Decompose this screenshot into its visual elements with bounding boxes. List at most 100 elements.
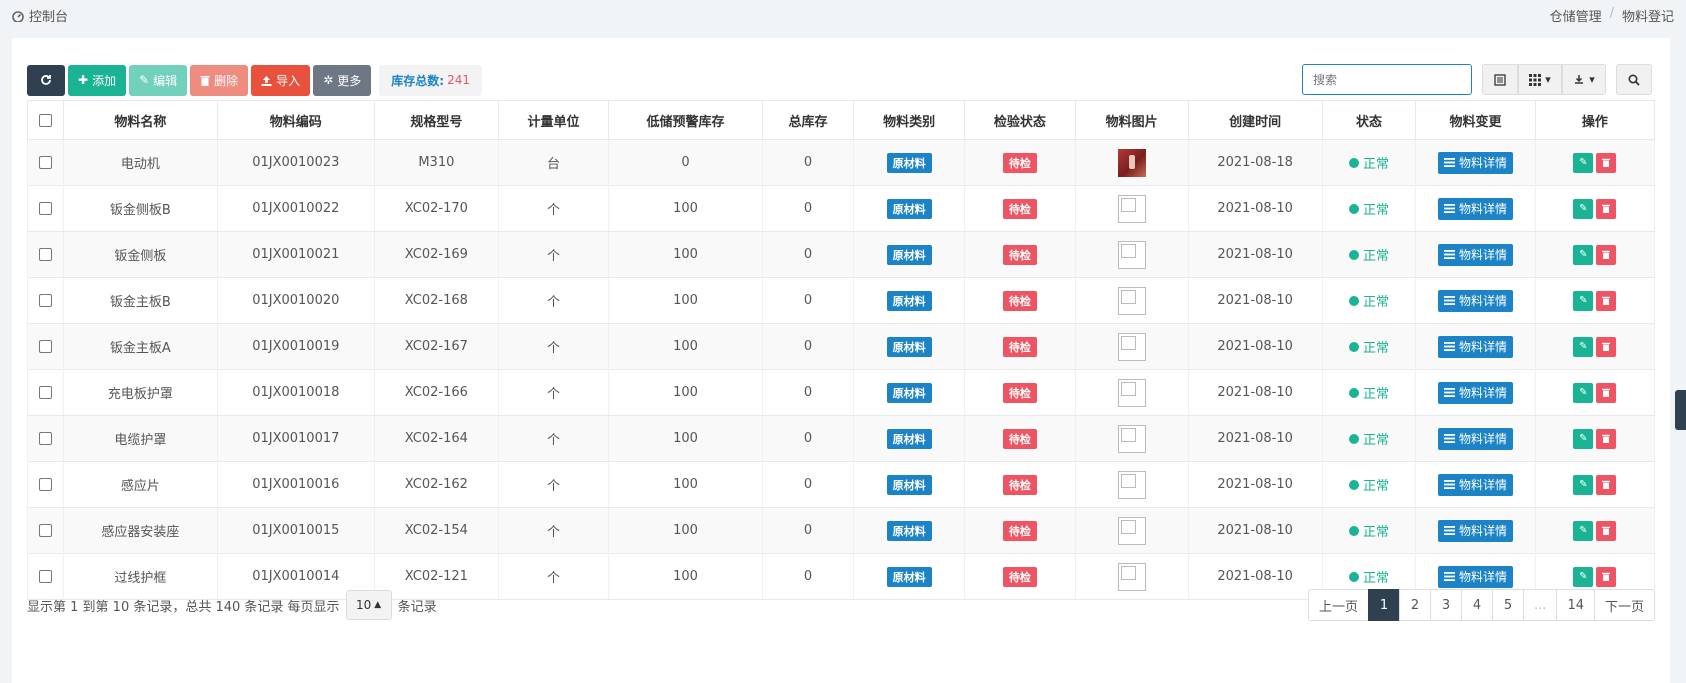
table-row[interactable]: 感应器安装座 01JX0010015 XC02-154 个 100 0 原材料 待检 2021-… [26, 507, 1656, 554]
row-edit-button[interactable]: ✎ [1573, 244, 1594, 265]
column-header[interactable]: 物料类别 [853, 100, 965, 140]
breadcrumb-parent[interactable]: 仓储管理 [1550, 6, 1602, 25]
broken-image-icon[interactable] [1117, 562, 1146, 591]
row-checkbox[interactable] [39, 340, 53, 353]
page-button[interactable]: 1 [1368, 589, 1401, 621]
column-header[interactable]: 状态 [1321, 100, 1417, 140]
page-button[interactable]: 3 [1430, 589, 1463, 621]
column-header[interactable]: 操作 [1534, 100, 1656, 140]
material-spec: XC02-162 [374, 461, 499, 508]
column-header[interactable]: 物料变更 [1415, 100, 1536, 140]
delete-button[interactable]: 删除 [190, 64, 249, 96]
upload-icon [261, 75, 272, 86]
row-checkbox[interactable] [39, 432, 53, 445]
row-edit-button[interactable]: ✎ [1573, 290, 1594, 311]
toggle-view-button[interactable] [1482, 64, 1518, 95]
broken-image-icon[interactable] [1117, 470, 1146, 499]
material-detail-button[interactable]: 物料详情 [1438, 427, 1514, 450]
next-page-button[interactable]: 下一页 [1593, 589, 1655, 621]
material-detail-button[interactable]: 物料详情 [1438, 197, 1514, 220]
row-delete-button[interactable] [1596, 520, 1617, 541]
material-detail-button[interactable]: 物料详情 [1438, 151, 1514, 174]
broken-image-icon[interactable] [1117, 194, 1146, 223]
table-row[interactable]: 感应片 01JX0010016 XC02-162 个 100 0 原材料 待检 2021-08-… [26, 461, 1656, 508]
material-detail-button[interactable]: 物料详情 [1438, 473, 1514, 496]
material-detail-label: 物料详情 [1459, 432, 1508, 446]
export-button[interactable]: ▾ [1562, 64, 1606, 95]
material-detail-button[interactable]: 物料详情 [1438, 289, 1514, 312]
row-checkbox[interactable] [39, 156, 53, 169]
row-checkbox[interactable] [39, 524, 53, 537]
search-input[interactable] [1302, 64, 1472, 95]
row-delete-button[interactable] [1596, 244, 1617, 265]
import-button[interactable]: 导入 [251, 64, 311, 96]
column-header[interactable]: 物料编码 [216, 100, 376, 140]
broken-image-icon[interactable] [1117, 240, 1146, 269]
column-header[interactable]: 检验状态 [963, 100, 1076, 140]
row-delete-button[interactable] [1596, 290, 1617, 311]
select-all-checkbox[interactable] [39, 113, 53, 127]
row-edit-button[interactable]: ✎ [1573, 474, 1594, 495]
more-button[interactable]: ✲ 更多 [313, 64, 372, 96]
row-checkbox[interactable] [39, 202, 53, 215]
row-checkbox[interactable] [39, 294, 53, 307]
material-detail-button[interactable]: 物料详情 [1438, 243, 1514, 266]
row-delete-button[interactable] [1596, 382, 1617, 403]
row-delete-button[interactable] [1596, 152, 1617, 173]
dashboard-breadcrumb[interactable]: 控制台 [12, 6, 68, 25]
column-header[interactable]: 规格型号 [374, 100, 499, 140]
material-detail-button[interactable]: 物料详情 [1438, 519, 1514, 542]
row-edit-button[interactable]: ✎ [1573, 198, 1594, 219]
row-delete-button[interactable] [1596, 566, 1617, 587]
table-row[interactable]: 电动机 01JX0010023 M310 台 0 0 原材料 待检 2021-08-18 正常 物料… [26, 139, 1656, 186]
row-delete-button[interactable] [1596, 198, 1617, 219]
row-checkbox[interactable] [39, 478, 53, 491]
side-drawer-handle[interactable] [1675, 390, 1686, 430]
broken-image-icon[interactable] [1117, 286, 1146, 315]
column-header[interactable]: 物料名称 [63, 100, 218, 140]
material-detail-button[interactable]: 物料详情 [1438, 565, 1514, 588]
row-edit-button[interactable]: ✎ [1573, 566, 1594, 587]
row-edit-button[interactable]: ✎ [1573, 152, 1594, 173]
row-delete-button[interactable] [1596, 428, 1617, 449]
table-row[interactable]: 钣金主板B 01JX0010020 XC02-168 个 100 0 原材料 待检 2021-0… [26, 277, 1656, 324]
row-edit-button[interactable]: ✎ [1573, 428, 1594, 449]
search-button[interactable] [1616, 64, 1652, 95]
page-button[interactable]: 4 [1461, 589, 1494, 621]
column-header[interactable]: 计量单位 [497, 100, 610, 140]
row-checkbox[interactable] [39, 570, 53, 583]
row-edit-button[interactable]: ✎ [1573, 382, 1594, 403]
row-checkbox[interactable] [39, 386, 53, 399]
row-delete-button[interactable] [1596, 336, 1617, 357]
row-delete-button[interactable] [1596, 474, 1617, 495]
column-header[interactable]: 总库存 [761, 100, 855, 140]
table-row[interactable]: 钣金主板A 01JX0010019 XC02-167 个 100 0 原材料 待检 2021-0… [26, 323, 1656, 370]
broken-image-icon[interactable] [1117, 516, 1146, 545]
material-detail-button[interactable]: 物料详情 [1438, 381, 1514, 404]
refresh-button[interactable] [27, 64, 65, 96]
add-button[interactable]: ✚ 添加 [68, 64, 127, 96]
created-date: 2021-08-10 [1187, 185, 1323, 232]
column-header[interactable]: 物料图片 [1074, 100, 1189, 140]
broken-image-icon[interactable] [1117, 424, 1146, 453]
material-image-thumbnail[interactable] [1117, 148, 1146, 177]
table-row[interactable]: 钣金侧板B 01JX0010022 XC02-170 个 100 0 原材料 待检 2021-0… [26, 185, 1656, 232]
row-edit-button[interactable]: ✎ [1573, 336, 1594, 357]
page-button[interactable]: 2 [1399, 589, 1432, 621]
row-edit-button[interactable]: ✎ [1573, 520, 1594, 541]
edit-button[interactable]: ✎ 编辑 [129, 64, 188, 96]
broken-image-icon[interactable] [1117, 332, 1146, 361]
material-detail-button[interactable]: 物料详情 [1438, 335, 1514, 358]
table-row[interactable]: 充电板护罩 01JX0010018 XC02-166 个 100 0 原材料 待检 2021-0… [26, 369, 1656, 416]
broken-image-icon[interactable] [1117, 378, 1146, 407]
table-row[interactable]: 电缆护罩 01JX0010017 XC02-164 个 100 0 原材料 待检 2021-08… [26, 415, 1656, 462]
table-row[interactable]: 钣金侧板 01JX0010021 XC02-169 个 100 0 原材料 待检 2021-08… [26, 231, 1656, 278]
page-button[interactable]: 14 [1556, 589, 1595, 621]
columns-button[interactable]: ▾ [1518, 64, 1562, 95]
prev-page-button[interactable]: 上一页 [1308, 589, 1370, 621]
page-size-select[interactable]: 10 ▲ [345, 590, 392, 620]
column-header[interactable]: 低储预警库存 [608, 100, 763, 140]
page-button[interactable]: 5 [1492, 589, 1525, 621]
column-header[interactable]: 创建时间 [1187, 100, 1323, 140]
row-checkbox[interactable] [39, 248, 53, 261]
